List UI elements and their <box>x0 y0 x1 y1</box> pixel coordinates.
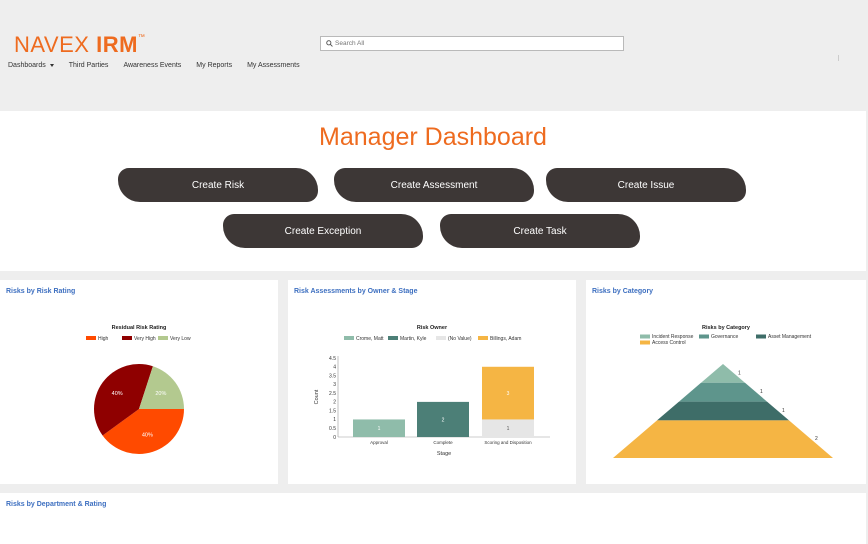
bar-legend: Crome, Matt Martin, Kyle (No Value) Billing… <box>344 336 521 342</box>
risks-by-category-card: Risks by Category Risks by Category Inci… <box>586 280 866 484</box>
pie-slices: 40% 40% 20% <box>94 364 184 454</box>
bar-legend-swatch-no-value <box>436 336 446 340</box>
logo-text-light: NAVEX <box>14 32 90 57</box>
nav-dashboards[interactable]: Dashboards <box>8 62 54 69</box>
pie-slice-label-very-high: 40% <box>112 391 123 397</box>
create-exception-button[interactable]: Create Exception <box>223 214 423 248</box>
bar-y-axis-label: Count <box>314 389 320 404</box>
bar-y-tick-2: 1 <box>333 417 336 423</box>
caret-down-icon <box>49 64 54 67</box>
bar-x-tick-scoring-and-disposition: Scoring and Disposition <box>484 440 532 445</box>
nav-third-parties[interactable]: Third Parties <box>69 62 109 69</box>
logo-trademark: ™ <box>137 34 146 41</box>
pyramid-value-access-control: 2 <box>815 436 818 442</box>
risks-by-rating-card: Risks by Risk Rating Residual Risk Ratin… <box>0 280 278 484</box>
pyramid-tier-access-control[interactable] <box>613 420 833 458</box>
bar-y-tick-7: 3.5 <box>329 373 336 379</box>
nav-my-assessments[interactable]: My Assessments <box>247 62 300 69</box>
header-divider <box>838 55 839 61</box>
nav-awareness-events[interactable]: Awareness Events <box>123 62 181 69</box>
bar-x-tick-approval: Approval <box>370 440 388 445</box>
bar-value-approval-crome-matt: 1 <box>378 426 381 432</box>
create-assessment-button[interactable]: Create Assessment <box>334 168 534 202</box>
pie-legend-swatch-very-high <box>122 336 132 340</box>
app-header: NAVEX IRM™ Dashboards Third Parties Awar… <box>0 0 868 110</box>
pie-legend-swatch-very-low <box>158 336 168 340</box>
bar-y-tick-8: 4 <box>333 365 336 371</box>
bar-legend-label-billings-adam: Billings, Adam <box>490 336 521 342</box>
pie-legend-label-very-low: Very Low <box>170 336 191 342</box>
pie-slice-label-very-low: 20% <box>155 391 166 397</box>
bar-y-tick-3: 1.5 <box>329 408 336 414</box>
nav-dashboards-label: Dashboards <box>8 62 46 69</box>
bar-value-scoring-and-disposition-billings-adam: 3 <box>507 391 510 397</box>
pyramid-legend-swatch-incident-response <box>640 334 650 339</box>
risks-by-department-card: Risks by Department & Rating <box>0 493 866 544</box>
bar-legend-swatch-crome-matt <box>344 336 354 340</box>
search-input[interactable] <box>333 40 615 47</box>
bar-x-tick-complete: Complete <box>433 440 453 445</box>
pyramid-legend: Incident Response Governance Asset Managem… <box>640 334 812 346</box>
pyramid-legend-swatch-access-control <box>640 340 650 345</box>
bar-y-tick-6: 3 <box>333 382 336 388</box>
bar-legend-label-martin-kyle: Martin, Kyle <box>400 336 427 342</box>
category-pyramid-chart: Risks by Category Incident Response Gover… <box>613 325 833 458</box>
bar-legend-swatch-billings-adam <box>478 336 488 340</box>
pyramid-tier-governance[interactable] <box>679 382 767 402</box>
assessments-by-owner-link[interactable]: Risk Assessments by Owner & Stage <box>294 288 417 295</box>
bar-value-complete-martin-kyle: 2 <box>442 417 445 423</box>
pyramid-legend-swatch-governance <box>699 334 709 339</box>
pyramid-value-governance: 1 <box>760 389 763 395</box>
pie-slice-label-high: 40% <box>142 433 153 439</box>
create-issue-button[interactable]: Create Issue <box>546 168 746 202</box>
pie-legend-label-very-high: Very High <box>134 336 156 342</box>
pyramid-tiers: 1 1 1 2 <box>613 364 833 458</box>
bar-y-tick-4: 2 <box>333 400 336 406</box>
navex-irm-logo[interactable]: NAVEX IRM™ <box>14 32 145 58</box>
pyramid-legend-label-access-control: Access Control <box>652 340 686 346</box>
bar-legend-label-no-value: (No Value) <box>448 336 472 342</box>
pie-legend-label-high: High <box>98 336 109 342</box>
bar-y-tick-9: 4.5 <box>329 356 336 362</box>
pyramid-value-asset-management: 1 <box>782 408 785 414</box>
create-risk-button[interactable]: Create Risk <box>118 168 318 202</box>
pyramid-value-incident-response: 1 <box>738 370 741 376</box>
bar-y-tick-1: 0.5 <box>329 426 336 432</box>
bar-marks: 1 2 1 3 <box>353 366 534 437</box>
page-title: Manager Dashboard <box>319 123 547 151</box>
bar-legend-label-crome-matt: Crome, Matt <box>356 336 384 342</box>
risks-by-category-link[interactable]: Risks by Category <box>592 288 653 295</box>
main-nav: Dashboards Third Parties Awareness Event… <box>8 62 315 69</box>
bar-value-scoring-and-disposition-no-value: 1 <box>507 426 510 432</box>
owner-stage-bar-chart: Risk Owner Crome, Matt Martin, Kyle (No Va… <box>314 325 550 457</box>
pyramid-legend-swatch-asset-management <box>756 334 766 339</box>
assessments-by-owner-card: Risk Assessments by Owner & Stage Risk O… <box>288 280 576 484</box>
bar-chart-title: Risk Owner <box>417 325 448 331</box>
risk-rating-pie-chart: Residual Risk Rating High Very High Very L… <box>86 325 191 454</box>
pyramid-legend-label-asset-management: Asset Management <box>768 334 812 340</box>
risks-by-department-link[interactable]: Risks by Department & Rating <box>6 501 106 508</box>
manager-dashboard-panel: Manager Dashboard Create Risk Create Ass… <box>0 111 866 271</box>
create-task-button[interactable]: Create Task <box>440 214 640 248</box>
global-search-box[interactable] <box>320 36 624 51</box>
pie-legend-swatch-high <box>86 336 96 340</box>
risks-by-rating-link[interactable]: Risks by Risk Rating <box>6 288 75 295</box>
pie-chart-title: Residual Risk Rating <box>112 325 167 331</box>
pyramid-tier-asset-management[interactable] <box>657 401 789 421</box>
bar-legend-swatch-martin-kyle <box>388 336 398 340</box>
bar-y-tick-0: 0 <box>333 435 336 441</box>
pyramid-legend-label-governance: Governance <box>711 334 738 340</box>
nav-my-reports[interactable]: My Reports <box>196 62 232 69</box>
bar-x-axis-label: Stage <box>437 451 451 457</box>
bar-y-tick-5: 2.5 <box>329 391 336 397</box>
logo-text-bold: IRM <box>96 32 138 57</box>
pie-legend: High Very High Very Low <box>86 336 191 342</box>
pyramid-chart-title: Risks by Category <box>702 325 751 331</box>
search-icon <box>325 40 333 48</box>
